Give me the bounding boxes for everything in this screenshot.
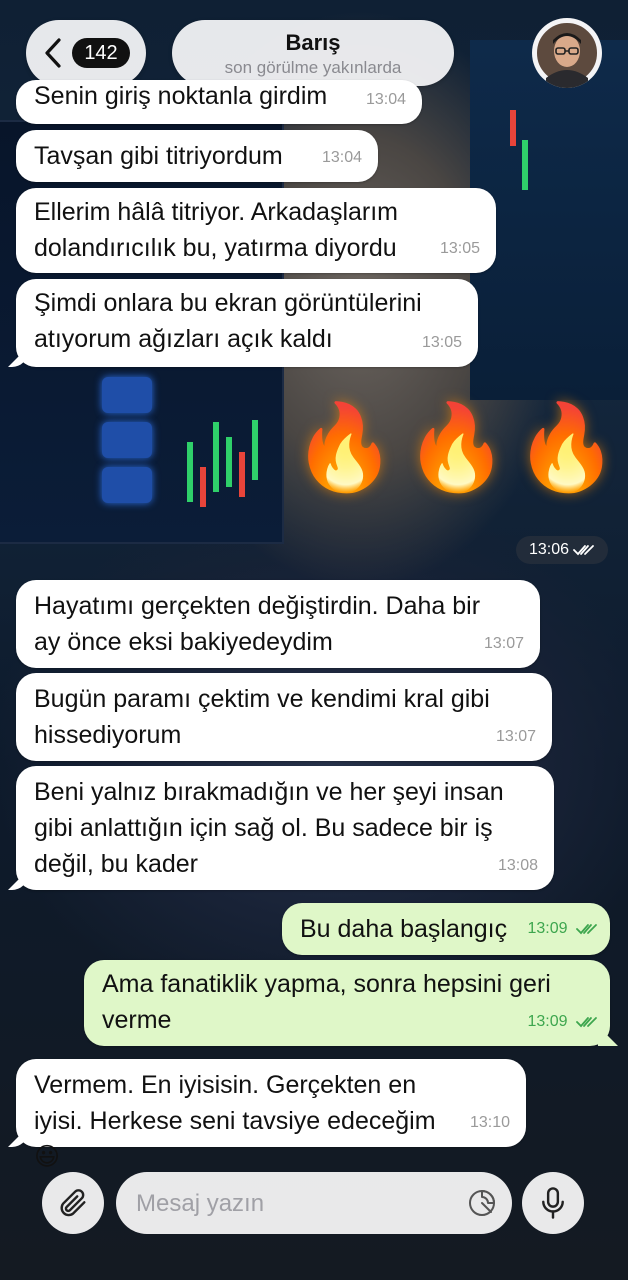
background-candle: [522, 140, 528, 190]
background-candle: [200, 467, 206, 507]
message-time: 13:09: [527, 1013, 568, 1030]
background-candle: [187, 442, 193, 502]
contact-photo: [535, 21, 599, 88]
message-bubble-incoming[interactable]: Beni yalnız bırakmadığın ve her şeyi ins…: [8, 766, 554, 890]
background-candle: [239, 452, 245, 497]
unread-count-badge: 142: [72, 38, 130, 68]
message-input[interactable]: [134, 1172, 458, 1236]
message-time: 13:09: [527, 920, 568, 937]
double-check-icon: [573, 545, 594, 556]
message-time: 13:07: [483, 635, 524, 652]
message-bubble-incoming[interactable]: Bugün paramı çektim ve kendimi kral gibi…: [16, 673, 552, 761]
message-time: 13:05: [439, 240, 480, 257]
message-time-container: 13:09: [528, 911, 599, 947]
message-text: Ellerim hâlâ titriyor. Arkadaşlarım dola…: [34, 198, 399, 262]
message-time: 13:05: [421, 334, 462, 351]
message-text: Şimdi onlara bu ekran görüntülerini atıy…: [34, 289, 422, 353]
double-check-icon: [576, 923, 597, 935]
paperclip-icon: [60, 1189, 86, 1217]
message-text: Bugün paramı çektim ve kendimi kral gibi…: [34, 685, 490, 749]
message-text: Beni yalnız bırakmadığın ve her şeyi ins…: [34, 778, 504, 878]
sticker-message-outgoing[interactable]: 🔥 🔥 🔥: [290, 398, 619, 525]
fire-emoji: 🔥: [292, 398, 397, 496]
background-candle: [252, 420, 258, 480]
message-composer: [116, 1172, 512, 1236]
double-check-icon: [576, 1016, 597, 1028]
message-bubble-incoming[interactable]: Ellerim hâlâ titriyor. Arkadaşlarım dola…: [16, 188, 496, 273]
voice-message-button[interactable]: [522, 1172, 584, 1234]
message-bubble-outgoing[interactable]: Bu daha başlangıç 13:09: [282, 903, 610, 955]
background-candle: [226, 437, 232, 487]
fire-emoji: 🔥: [404, 398, 509, 496]
sticker-timestamp: 13:06: [516, 536, 608, 564]
message-text: Senin giriş noktanla girdim: [34, 82, 328, 110]
attach-button[interactable]: [42, 1172, 104, 1234]
avatar[interactable]: [532, 18, 602, 88]
message-text: Vermem. En iyisisin. Gerçekten en iyisi.…: [34, 1071, 436, 1171]
chevron-left-icon: [45, 38, 61, 68]
background-panel-button: [102, 377, 152, 413]
microphone-icon: [542, 1187, 564, 1219]
message-time: 13:08: [497, 857, 538, 874]
message-bubble-incoming[interactable]: Vermem. En iyisisin. Gerçekten en iyisi.…: [8, 1059, 526, 1171]
message-time-container: 13:09: [528, 1004, 599, 1040]
sticker-icon[interactable]: [466, 1187, 498, 1219]
message-time: 13:07: [495, 728, 536, 745]
message-bubble-incoming[interactable]: Hayatımı gerçekten değiştirdin. Daha bir…: [16, 580, 540, 668]
message-time: 13:04: [321, 149, 362, 166]
fire-emoji: 🔥: [514, 398, 619, 496]
message-bubble-incoming[interactable]: Tavşan gibi titriyordum 13:04: [16, 130, 378, 182]
message-time: 13:10: [469, 1114, 510, 1131]
contact-name: Barış: [285, 30, 341, 55]
message-text: Hayatımı gerçekten değiştirdin. Daha bir…: [34, 592, 481, 656]
message-bubble-incoming[interactable]: Şimdi onlara bu ekran görüntülerini atıy…: [8, 279, 478, 367]
message-bubble-incoming[interactable]: Senin giriş noktanla girdim 13:04: [16, 80, 422, 124]
message-time: 13:04: [365, 91, 406, 108]
background-candle: [510, 110, 516, 146]
message-time: 13:06: [528, 541, 570, 558]
background-panel-button: [102, 422, 152, 458]
background-candle: [213, 422, 219, 492]
background-panel-button: [102, 467, 152, 503]
message-bubble-outgoing[interactable]: Ama fanatiklik yapma, sonra hepsini geri…: [84, 960, 618, 1046]
